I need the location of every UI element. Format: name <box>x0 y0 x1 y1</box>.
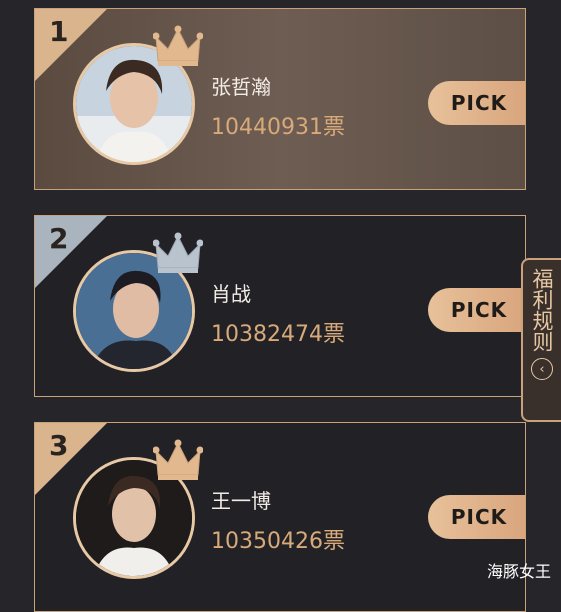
crown-icon <box>153 25 203 66</box>
vote-count: 10440931票 <box>211 115 345 140</box>
watermark: 海豚女王 <box>486 562 551 581</box>
candidate-name: 肖战 <box>211 282 251 306</box>
rank-number: 1 <box>49 15 69 48</box>
candidate-name: 王一博 <box>211 489 271 513</box>
pick-button[interactable]: PICK <box>428 495 525 539</box>
ranking-card-3: 3 王一博 10350426票 PICK <box>34 422 526 612</box>
pick-button[interactable]: PICK <box>428 81 525 125</box>
rank-number: 3 <box>49 429 69 462</box>
ranking-card-2: 2 肖战 10382474票 PICK <box>34 215 526 397</box>
welfare-rules-label: 福利规则 <box>530 268 554 352</box>
candidate-name: 张哲瀚 <box>211 75 271 99</box>
pick-button[interactable]: PICK <box>428 288 525 332</box>
crown-icon <box>153 232 203 273</box>
chevron-left-circle-icon: ‹ <box>531 358 553 380</box>
crown-icon <box>153 439 203 480</box>
ranking-card-1: 1 张哲瀚 10440931票 PICK <box>34 8 526 190</box>
vote-count: 10382474票 <box>211 322 345 347</box>
welfare-rules-tab[interactable]: 福利规则 ‹ <box>521 258 561 422</box>
vote-count: 10350426票 <box>211 529 345 554</box>
rank-number: 2 <box>49 222 69 255</box>
